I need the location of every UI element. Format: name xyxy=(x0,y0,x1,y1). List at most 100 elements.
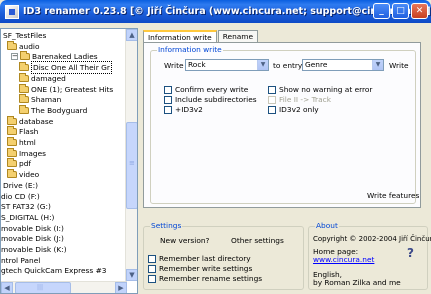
id3v2-checkbox[interactable]: +ID3v2 xyxy=(164,105,203,114)
tree-item-label: Drive (E:) xyxy=(3,180,38,190)
scroll-down-button[interactable]: ▼ xyxy=(126,269,137,281)
checkbox-box[interactable] xyxy=(164,105,172,114)
tree-item-drive[interactable]: movable Disk (I:) xyxy=(1,223,64,234)
tree-item-label: damaged xyxy=(31,73,66,83)
tree-item[interactable]: Flash xyxy=(7,126,38,137)
homepage-link[interactable]: www.cincura.net xyxy=(313,255,374,264)
minimize-button[interactable]: _ xyxy=(373,3,390,19)
tree-horizontal-scrollbar[interactable]: ◀ ||| ▶ xyxy=(1,281,127,293)
confirm-every-write-checkbox[interactable]: Confirm every write xyxy=(164,85,248,94)
tree-item-label: movable Disk (I:) xyxy=(1,223,64,233)
checkbox-label: Show no warning at error xyxy=(279,85,373,94)
about-group: About Copyright © 2002-2004 Jiří Činčura… xyxy=(308,221,431,290)
tree-item[interactable]: pdf xyxy=(7,158,31,169)
tree-item[interactable]: damaged xyxy=(19,72,66,84)
folder-tree[interactable]: SF_TestFiles audio − Barenaked Ladies Disc O… xyxy=(0,28,138,294)
tree-item[interactable]: database xyxy=(7,115,53,127)
write-label: Write xyxy=(164,61,184,70)
tree-item-label: The Bodyguard xyxy=(31,105,88,115)
folder-icon xyxy=(7,115,17,125)
help-icon[interactable]: ? xyxy=(407,246,414,260)
folder-icon xyxy=(7,137,17,146)
tree-item-label: ntrol Panel xyxy=(1,255,41,265)
remember-write-settings-checkbox[interactable]: Remember write settings xyxy=(148,264,252,273)
tree-item[interactable]: ONE (1); Greatest Hits xyxy=(19,83,114,95)
tree-item-drive[interactable]: dio CD (F:) xyxy=(1,191,40,202)
tree-item-label: ONE (1); Greatest Hits xyxy=(31,84,114,94)
tree-vertical-scrollbar[interactable]: ▲ ≡ ▼ xyxy=(125,29,137,281)
about-title: About xyxy=(315,221,339,230)
remember-rename-settings-checkbox[interactable]: Remember rename settings xyxy=(148,274,262,283)
tree-item[interactable]: The Bodyguard xyxy=(19,104,88,116)
tree-item-label: gtech QuickCam Express #3 xyxy=(1,266,107,276)
checkbox-label: ID3v2 only xyxy=(279,105,319,114)
tree-item-label: dio CD (F:) xyxy=(1,191,40,201)
write-value-combo[interactable]: Rock ▼ xyxy=(185,59,269,71)
tree-item[interactable]: Disc One All Their Gr xyxy=(19,61,112,75)
tree-item[interactable]: SF_TestFiles xyxy=(3,30,46,41)
checkbox-label: +ID3v2 xyxy=(175,105,203,114)
write-features-button[interactable]: Write features xyxy=(367,191,419,200)
folder-icon xyxy=(19,104,29,114)
folder-icon xyxy=(7,147,17,157)
tree-item-drive[interactable]: S_DIGITAL (H:) xyxy=(1,212,54,223)
tree-item-label: Shaman xyxy=(31,95,62,105)
tree-item[interactable]: audio xyxy=(7,40,40,52)
tree-item-drive[interactable]: movable Disk (J:) xyxy=(1,233,64,244)
tree-item-label: audio xyxy=(19,41,40,51)
tree-item-label: pdf xyxy=(19,159,31,169)
entry-value: Genre xyxy=(305,60,328,69)
settings-group: Settings New version? Other settings Rem… xyxy=(143,221,304,290)
scroll-up-button[interactable]: ▲ xyxy=(126,29,137,41)
tab-strip: Information write Rename xyxy=(143,30,259,43)
maximize-button[interactable]: □ xyxy=(392,3,409,19)
chevron-down-icon[interactable]: ▼ xyxy=(372,60,383,70)
tree-item-drive[interactable]: Drive (E:) xyxy=(3,180,38,191)
tree-item-drive[interactable]: ST FAT32 (G:) xyxy=(1,201,51,212)
tree-item-drive[interactable]: ntrol Panel xyxy=(1,255,40,266)
tree-item[interactable]: html xyxy=(7,137,36,148)
other-settings-button[interactable]: Other settings xyxy=(231,236,284,245)
write-value: Rock xyxy=(188,60,206,69)
close-button[interactable]: ✕ xyxy=(411,3,428,19)
checkbox-box[interactable] xyxy=(148,254,156,263)
remember-last-directory-checkbox[interactable]: Remember last directory xyxy=(148,254,251,263)
checkbox-box[interactable] xyxy=(148,264,156,273)
checkbox-box[interactable] xyxy=(268,95,276,104)
folder-icon xyxy=(7,126,17,136)
tree-collapse-icon[interactable]: − xyxy=(11,53,18,61)
checkbox-box[interactable] xyxy=(164,95,172,104)
scroll-thumb[interactable]: ≡ xyxy=(126,122,137,209)
tree-item[interactable]: video xyxy=(7,169,39,180)
tree-item-drive[interactable]: movable Disk (K:) xyxy=(1,244,67,255)
tree-item[interactable]: Images xyxy=(7,147,46,159)
horizontal-scroll-thumb[interactable]: ||| xyxy=(15,282,71,293)
information-write-panel: Information write Write Rock ▼ to entry … xyxy=(143,42,421,208)
information-write-group: Information write Write Rock ▼ to entry … xyxy=(150,45,419,204)
write-button[interactable]: Write xyxy=(389,61,409,70)
include-subdirectories-checkbox[interactable]: Include subdirectories xyxy=(164,95,257,104)
file-track-checkbox[interactable]: File II -> Track xyxy=(268,95,331,104)
tree-item[interactable]: Shaman xyxy=(19,94,61,105)
tree-item-drive[interactable]: gtech QuickCam Express #3 xyxy=(1,265,106,276)
scroll-left-button[interactable]: ◀ xyxy=(1,282,13,293)
scroll-right-button[interactable]: ▶ xyxy=(115,282,127,293)
app-icon[interactable] xyxy=(5,4,19,19)
checkbox-box[interactable] xyxy=(268,85,276,94)
checkbox-label: Remember write settings xyxy=(159,264,253,273)
tree-item-label: movable Disk (J:) xyxy=(1,234,64,244)
checkbox-box[interactable] xyxy=(164,85,172,94)
entry-combo[interactable]: Genre ▼ xyxy=(302,59,384,71)
title-bar[interactable]: ID3 renamer 0.23.8 [© Jiří Činčura (www.… xyxy=(0,0,431,23)
checkbox-box[interactable] xyxy=(148,274,156,283)
tree-item-label: ST FAT32 (G:) xyxy=(1,202,51,212)
show-no-warning-checkbox[interactable]: Show no warning at error xyxy=(268,85,372,94)
folder-icon xyxy=(7,158,17,168)
checkbox-box[interactable] xyxy=(268,105,276,114)
tab-rename[interactable]: Rename xyxy=(217,30,259,42)
new-version-button[interactable]: New version? xyxy=(160,236,209,245)
chevron-down-icon[interactable]: ▼ xyxy=(257,60,268,70)
id3v2-only-checkbox[interactable]: ID3v2 only xyxy=(268,105,319,114)
translator-text: by Roman Zilka and me xyxy=(313,278,401,287)
checkbox-label: Confirm every write xyxy=(175,85,249,94)
